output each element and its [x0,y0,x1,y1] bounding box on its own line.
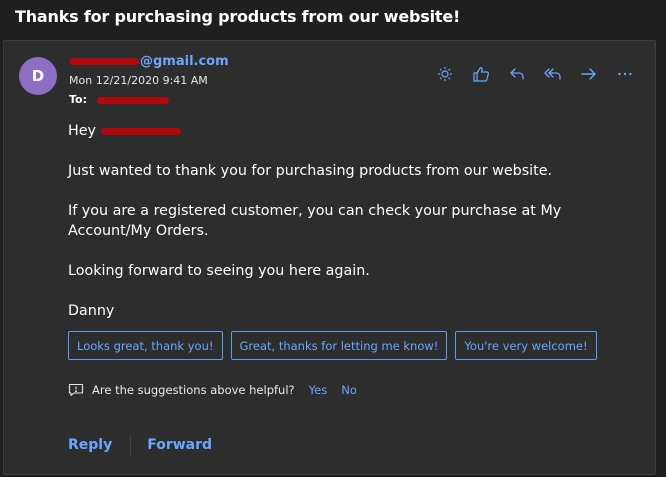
body-line-1: Just wanted to thank you for purchasing … [68,163,553,179]
redacted-sender-name [69,58,139,65]
sender-avatar[interactable]: D [19,57,57,95]
forward-icon[interactable] [571,64,607,84]
message-card: D @gmail.com Mon 12/21/2020 9:41 AM To: [3,40,656,475]
suggested-replies: Looks great, thank you! Great, thanks fo… [68,331,597,360]
feedback-question: Are the suggestions above helpful? [92,383,295,397]
sent-date: Mon 12/21/2020 9:41 AM [69,74,208,87]
suggested-reply-button[interactable]: Great, thanks for letting me know! [230,331,448,360]
message-toolbar [427,64,643,84]
message-body: Hey Just wanted to thank you for purchas… [68,121,628,341]
sender-line[interactable]: @gmail.com [69,54,229,69]
signature: Danny [68,303,115,319]
body-line-2: If you are a registered customer, you ca… [68,203,562,239]
greeting-line: Hey [68,121,628,141]
message-actions: Reply Forward [68,435,212,455]
reply-icon[interactable] [499,64,535,84]
thumbs-up-icon[interactable] [463,64,499,84]
forward-button[interactable]: Forward [147,437,212,453]
reply-button[interactable]: Reply [68,437,112,453]
suggested-reply-button[interactable]: Looks great, thank you! [68,331,223,360]
feedback-yes-link[interactable]: Yes [309,383,328,397]
suggested-reply-button[interactable]: You're very welcome! [455,331,597,360]
email-subject: Thanks for purchasing products from our … [15,7,461,26]
reply-all-icon[interactable] [535,64,571,84]
body-line-3: Looking forward to seeing you here again… [68,263,370,279]
to-label: To: [69,93,87,106]
suggestion-feedback: Are the suggestions above helpful? Yes N… [68,383,357,397]
more-icon[interactable] [607,64,643,84]
action-divider [130,435,132,455]
sender-email-suffix[interactable]: @gmail.com [140,54,229,69]
sun-icon[interactable] [427,64,463,84]
redacted-recipient-name [100,127,181,135]
feedback-no-link[interactable]: No [341,383,357,397]
feedback-icon [68,383,84,397]
redacted-recipient [96,96,169,104]
greeting: Hey [68,123,97,139]
recipient-line: To: [69,93,169,106]
